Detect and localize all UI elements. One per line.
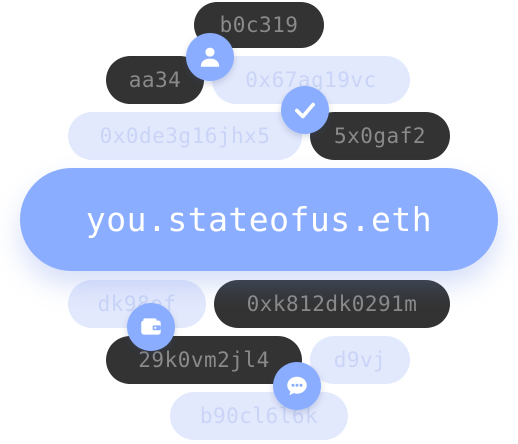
main-identity-pill: you.stateofus.eth: [20, 168, 498, 271]
handle-pill-0x0de3g16jhx5: 0x0de3g16jhx5: [68, 112, 302, 160]
handle-pill-5x0gaf2: 5x0gaf2: [310, 112, 450, 160]
handle-pill-0xk812dk0291m: 0xk812dk0291m: [214, 280, 450, 328]
chat-bubble-icon: [273, 362, 321, 410]
handle-pill-d9vj: d9vj: [310, 336, 410, 384]
user-icon: [186, 33, 234, 81]
wallet-icon: [127, 303, 175, 351]
checkmark-icon: [281, 86, 329, 134]
handle-pill-b90cl6l6k: b90cl6l6k: [170, 392, 348, 440]
